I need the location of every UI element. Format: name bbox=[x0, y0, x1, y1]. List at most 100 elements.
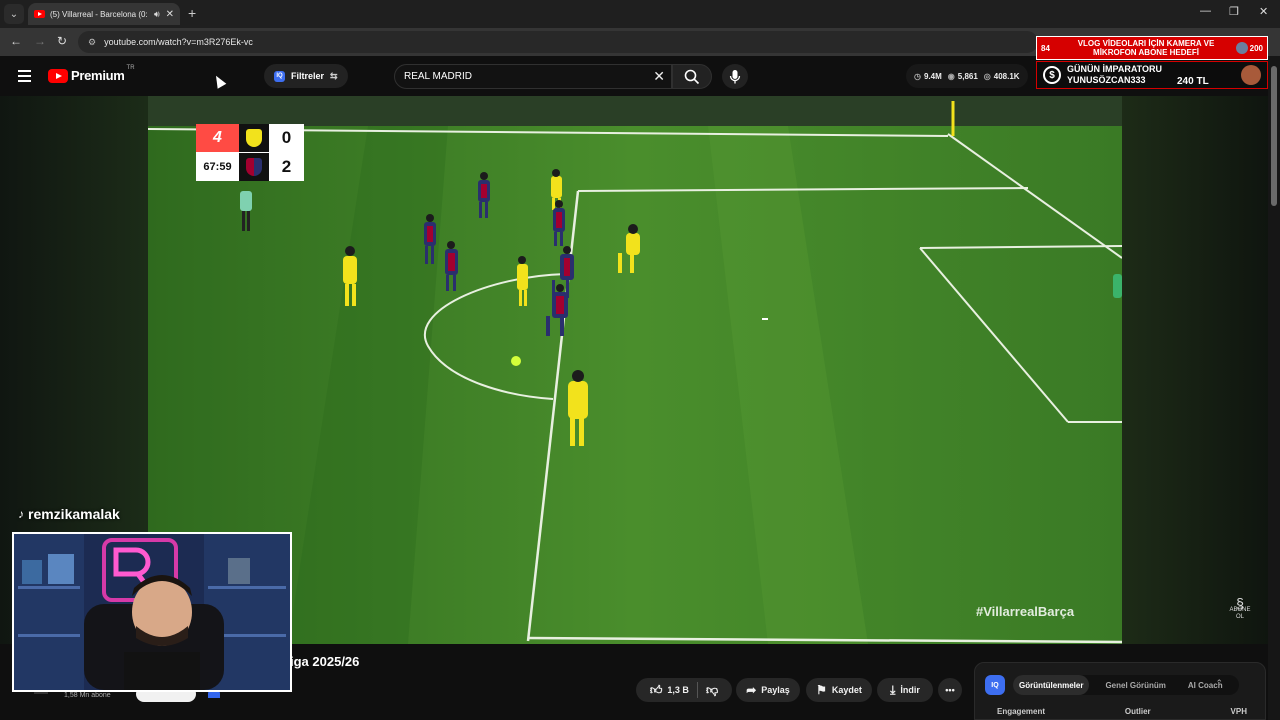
filters-button[interactable]: IQ Filtreler ⇆ bbox=[264, 64, 348, 88]
tab-title: (5) Villarreal - Barcelona (0: bbox=[50, 9, 148, 19]
goal-avatar bbox=[1235, 42, 1248, 54]
scoreboard: 4 0 67:59 2 bbox=[196, 124, 304, 181]
video-title: iga 2025/26 bbox=[290, 654, 360, 669]
browser-tab-bar: ⌄ (5) Villarreal - Barcelona (0: 🔊︎ ✕ + … bbox=[0, 0, 1280, 28]
subscriber-goal-widget: 84 VLOG VİDEOLARI İÇİN KAMERA VE MİKROFO… bbox=[1036, 36, 1268, 60]
donor-name: YUNUSÖZCAN333 bbox=[1067, 75, 1146, 85]
col-engagement: Engagement bbox=[997, 707, 1046, 716]
clear-search-icon[interactable]: ✕ bbox=[653, 68, 665, 85]
collapse-chevron-icon[interactable]: ⌃ bbox=[1215, 678, 1223, 689]
stat-likes: 408.1K bbox=[993, 71, 1020, 81]
page-scrollbar[interactable] bbox=[1268, 56, 1280, 720]
tiktok-icon: ♪ bbox=[18, 507, 24, 521]
webcam-image bbox=[14, 534, 290, 690]
tab-views[interactable]: Görüntülenmeler bbox=[1013, 675, 1090, 695]
ambient-right bbox=[1122, 96, 1268, 644]
tab-list-button[interactable]: ⌄ bbox=[4, 4, 24, 24]
away-score: 2 bbox=[281, 157, 292, 176]
home-score: 0 bbox=[281, 128, 292, 147]
share-icon: ➦ bbox=[746, 683, 757, 697]
goal-text-line1: VLOG VİDEOLARI İÇİN KAMERA VE bbox=[1077, 39, 1215, 48]
like-dislike-group: 👍︎ 1,3 B 👎︎ bbox=[636, 678, 732, 702]
new-tab-icon[interactable]: + bbox=[188, 5, 196, 21]
search-input[interactable]: REAL MADRID ✕ bbox=[394, 64, 672, 89]
download-icon: ⤓ bbox=[890, 682, 896, 697]
views-icon: ◷ bbox=[914, 71, 921, 81]
more-actions-button[interactable]: ••• bbox=[938, 678, 962, 702]
dollar-coin-icon: $ bbox=[1043, 66, 1061, 84]
webcam-feed bbox=[12, 532, 292, 692]
youtube-logo[interactable]: Premium TR bbox=[48, 64, 135, 83]
download-button[interactable]: ⤓ İndir bbox=[877, 678, 933, 702]
scrollbar-thumb[interactable] bbox=[1271, 66, 1277, 206]
microphone-icon bbox=[729, 69, 741, 83]
iq-icon: IQ bbox=[274, 70, 285, 82]
like-separator bbox=[696, 682, 698, 698]
top-donor-widget: $ GÜNÜN İMPARATORU YUNUSÖZCAN333 240 TL bbox=[1036, 61, 1268, 89]
download-label: İndir bbox=[900, 685, 920, 695]
sliders-icon: ⇆ bbox=[330, 70, 338, 81]
more-icon: ••• bbox=[945, 685, 955, 695]
eye-icon: ◉ bbox=[947, 71, 955, 81]
mouse-cursor-icon bbox=[211, 73, 227, 89]
logo-text: Premium bbox=[71, 68, 125, 83]
share-button[interactable]: ➦ Paylaş bbox=[736, 678, 800, 702]
save-button[interactable]: ⚑ Kaydet bbox=[806, 678, 872, 702]
close-window-icon[interactable]: ✕ bbox=[1259, 5, 1268, 18]
search-icon bbox=[684, 69, 700, 84]
panel-columns: Engagement Outlier VPH bbox=[997, 707, 1247, 716]
barcelona-crest-icon bbox=[239, 153, 269, 181]
browser-tab[interactable]: (5) Villarreal - Barcelona (0: 🔊︎ ✕ bbox=[28, 3, 180, 25]
bookmark-icon: ⚑ bbox=[816, 683, 827, 697]
speaker-icon[interactable]: 🔊︎ bbox=[154, 9, 160, 20]
subscriber-count: 1,58 Mn abone bbox=[64, 692, 111, 699]
analytics-panel: IQ Görüntülenmeler Genel Görünüm AI Coac… bbox=[974, 662, 1266, 720]
like-count[interactable]: 1,3 B bbox=[667, 685, 689, 695]
streamer-name-tag: ♪ remzikamalak bbox=[18, 506, 120, 522]
minimize-icon[interactable]: — bbox=[1200, 5, 1211, 17]
donor-amount: 240 TL bbox=[1177, 76, 1209, 87]
restore-icon[interactable]: ❐ bbox=[1229, 5, 1239, 18]
filters-label: Filtreler bbox=[291, 71, 325, 81]
logo-country: TR bbox=[126, 64, 135, 71]
forward-icon[interactable]: → bbox=[34, 34, 46, 48]
stat-views: 9.4M bbox=[923, 71, 942, 81]
stat-eye: 5,861 bbox=[957, 71, 978, 81]
search-value: REAL MADRID bbox=[404, 71, 472, 82]
reload-icon[interactable]: ↻ bbox=[57, 34, 67, 48]
share-label: Paylaş bbox=[761, 685, 790, 695]
goal-target: 200 bbox=[1249, 43, 1263, 53]
villarreal-crest-icon bbox=[239, 124, 269, 152]
laliga-logo-icon: 4 bbox=[196, 124, 239, 152]
goal-target-wrap: 200 bbox=[1233, 42, 1267, 54]
goal-text: VLOG VİDEOLARI İÇİN KAMERA VE MİKROFON A… bbox=[1059, 39, 1233, 57]
voice-search-button[interactable] bbox=[722, 64, 748, 89]
url-text: youtube.com/watch?v=m3R276Ek-vc bbox=[104, 37, 253, 47]
subscribe-watermark[interactable]: § ABONE OL bbox=[1228, 595, 1252, 621]
like-icon[interactable]: 👍︎ bbox=[650, 683, 663, 698]
donor-avatar bbox=[1241, 65, 1261, 85]
broadcast-hashtag: #VillarrealBarça bbox=[976, 604, 1075, 619]
goal-text-line2: MİKROFON ABONE HEDEFİ bbox=[1093, 48, 1199, 57]
back-icon[interactable]: ← bbox=[10, 34, 22, 48]
stats-pill: ◷ 9.4M ◉ 5,861 ◎ 408.1K bbox=[906, 64, 1028, 88]
streamer-name: remzikamalak bbox=[28, 506, 120, 522]
youtube-favicon-icon bbox=[34, 10, 45, 18]
video-player[interactable]: 4 0 67:59 2 #VillarrealBarça bbox=[148, 96, 1122, 644]
site-info-icon[interactable]: ⚙︎ bbox=[88, 37, 96, 48]
watermark-text: ABONE OL bbox=[1229, 607, 1251, 620]
youtube-play-icon bbox=[48, 68, 68, 83]
channel-watermark-icon: § bbox=[1236, 595, 1244, 611]
url-field[interactable]: ⚙︎ youtube.com/watch?v=m3R276Ek-vc bbox=[78, 31, 1038, 53]
menu-icon[interactable] bbox=[18, 70, 31, 85]
col-vph: VPH bbox=[1230, 707, 1247, 716]
search-button[interactable] bbox=[672, 64, 712, 89]
close-tab-icon[interactable]: ✕ bbox=[166, 9, 174, 20]
tab-overview[interactable]: Genel Görünüm bbox=[1099, 675, 1171, 695]
col-outlier: Outlier bbox=[1124, 707, 1151, 716]
dislike-icon[interactable]: 👎︎ bbox=[706, 683, 718, 698]
donor-text: GÜNÜN İMPARATORU YUNUSÖZCAN333 bbox=[1067, 64, 1162, 86]
panel-tabs: Görüntülenmeler Genel Görünüm AI Coach bbox=[1013, 675, 1239, 695]
donor-title: GÜNÜN İMPARATORU bbox=[1067, 64, 1162, 74]
save-label: Kaydet bbox=[831, 685, 862, 695]
